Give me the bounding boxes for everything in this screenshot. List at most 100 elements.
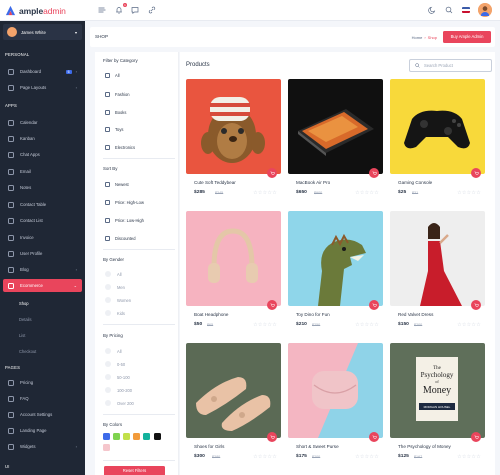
product-image-toy-dino[interactable] (288, 211, 383, 306)
color-swatch-pink[interactable] (103, 444, 110, 451)
product-image-book[interactable]: The Psychology of Money MORGAN HOUSEL (390, 343, 485, 438)
pricing-100-200-radio[interactable]: 100-200 (105, 387, 132, 393)
sort-price-high-low[interactable]: Price: High-Low (105, 200, 144, 205)
message-icon[interactable] (130, 5, 140, 15)
product-card-book[interactable]: The Psychology of Money MORGAN HOUSEL Th… (390, 343, 485, 465)
product-image-shoes[interactable] (186, 343, 281, 438)
breadcrumb-home[interactable]: Home (412, 35, 423, 40)
product-card-shoes[interactable]: Shoes for Girls $300 $380 ☆☆☆☆☆ (186, 343, 281, 465)
sidebar-item-ecommerce[interactable]: Ecommerce ⌄ (3, 279, 82, 292)
add-to-cart-button[interactable] (267, 168, 277, 178)
link-icon[interactable] (147, 5, 157, 15)
rating-stars[interactable]: ☆☆☆☆☆ (253, 190, 277, 196)
product-card-toy-dino[interactable]: Toy Dino for Fun $210 $250 ☆☆☆☆☆ (288, 211, 383, 333)
product-card-teddybear[interactable]: Cute Soft Teddybear $285 $345 ☆☆☆☆☆ (186, 79, 281, 201)
product-search-box[interactable] (409, 59, 492, 72)
buy-ample-admin-button[interactable]: Buy Ample Admin (443, 31, 491, 43)
pricing-over-200-radio[interactable]: Over 200 (105, 400, 134, 406)
sidebar-item-dashboard[interactable]: Dashboard 6 › (3, 65, 82, 78)
product-card-red-dress[interactable]: Red Valvet Dress $150 $200 ☆☆☆☆☆ (390, 211, 485, 333)
product-card-gaming-console[interactable]: Gaming Console $25 $31 ☆☆☆☆☆ (390, 79, 485, 201)
add-to-cart-button[interactable] (471, 168, 481, 178)
product-image-headphone[interactable] (186, 211, 281, 306)
sidebar-item-pricing[interactable]: Pricing (3, 376, 82, 389)
gender-all-radio[interactable]: All (105, 271, 122, 277)
color-swatch-orange[interactable] (133, 433, 140, 440)
filter-category-all[interactable]: All (105, 73, 120, 78)
sidebar-item-kanban[interactable]: Kanban (3, 132, 82, 145)
color-swatch-blue[interactable] (103, 433, 110, 440)
sidebar-item-calendar[interactable]: Calendar (3, 116, 82, 129)
sidebar-sub-list[interactable]: List (19, 333, 25, 338)
add-to-cart-button[interactable] (369, 300, 379, 310)
sidebar-item-page-layouts[interactable]: Page Layouts › (3, 81, 82, 94)
add-to-cart-button[interactable] (471, 432, 481, 442)
gender-kids-radio[interactable]: Kids (105, 310, 125, 316)
add-to-cart-button[interactable] (369, 432, 379, 442)
filter-category-electronics[interactable]: Electronics (105, 145, 135, 150)
pricing-50-100-radio[interactable]: 50-100 (105, 374, 130, 380)
color-swatch-black[interactable] (154, 433, 161, 440)
notification-bell-icon[interactable]: 1 (114, 3, 127, 15)
notification-count: 1 (123, 3, 127, 7)
sidebar-item-email[interactable]: Email (3, 165, 82, 178)
top-user-avatar[interactable] (478, 3, 492, 17)
sidebar-sub-checkout[interactable]: Checkout (19, 349, 36, 354)
rating-stars[interactable]: ☆☆☆☆☆ (253, 454, 277, 460)
pricing-all-radio[interactable]: All (105, 348, 122, 354)
sort-newest[interactable]: Newest (105, 182, 129, 187)
filter-category-fashion[interactable]: Fashion (105, 92, 130, 97)
add-to-cart-button[interactable] (471, 300, 481, 310)
sidebar-item-invoice[interactable]: Invoice (3, 231, 82, 244)
rating-stars[interactable]: ☆☆☆☆☆ (457, 454, 481, 460)
sidebar-item-chat-apps[interactable]: Chat Apps (3, 148, 82, 161)
add-to-cart-button[interactable] (267, 300, 277, 310)
sidebar-sub-details[interactable]: Details (19, 317, 32, 322)
sidebar-item-widgets[interactable]: Widgets › (3, 440, 82, 453)
menu-toggle-icon[interactable] (97, 5, 107, 15)
rating-stars[interactable]: ☆☆☆☆☆ (457, 190, 481, 196)
product-card-purse[interactable]: Short & Sweet Purse $175 $200 ☆☆☆☆☆ (288, 343, 383, 465)
brand[interactable]: ampleadmin (5, 5, 66, 16)
search-icon[interactable] (444, 5, 454, 15)
sidebar-item-notes[interactable]: Notes (3, 181, 82, 194)
gender-men-radio[interactable]: Men (105, 284, 125, 290)
product-card-headphone[interactable]: Boat Headphone $50 $65 ☆☆☆☆☆ (186, 211, 281, 333)
filter-category-toys[interactable]: Toys (105, 127, 123, 132)
product-image-macbook[interactable] (288, 79, 383, 174)
product-card-macbook[interactable]: MacBook Air Pro $650 $900 ☆☆☆☆☆ (288, 79, 383, 201)
sidebar-sub-shop[interactable]: Shop (19, 301, 29, 306)
pricing-0-50-radio[interactable]: 0-50 (105, 361, 125, 367)
rating-stars[interactable]: ☆☆☆☆☆ (355, 322, 379, 328)
kanban-icon (8, 135, 14, 142)
sidebar-item-user-profile[interactable]: User Profile (3, 247, 82, 260)
language-flag-icon[interactable] (462, 7, 470, 13)
gender-women-radio[interactable]: Women (105, 297, 131, 303)
add-to-cart-button[interactable] (267, 432, 277, 442)
product-image-red-dress[interactable] (390, 211, 485, 306)
rating-stars[interactable]: ☆☆☆☆☆ (457, 322, 481, 328)
sidebar-item-contact-table[interactable]: Contact Table (3, 198, 82, 211)
dark-mode-moon-icon[interactable] (427, 5, 437, 15)
color-swatch-green[interactable] (113, 433, 120, 440)
reset-filters-button[interactable]: Reset Filters (104, 466, 165, 475)
product-search-input[interactable] (424, 63, 484, 68)
sidebar-item-blog[interactable]: Blog › (3, 263, 82, 276)
rating-stars[interactable]: ☆☆☆☆☆ (253, 322, 277, 328)
sidebar-item-faq[interactable]: FAQ (3, 392, 82, 405)
sort-discounted[interactable]: Discounted (105, 236, 135, 241)
add-to-cart-button[interactable] (369, 168, 379, 178)
color-swatch-lime[interactable] (123, 433, 130, 440)
product-image-gaming-console[interactable] (390, 79, 485, 174)
rating-stars[interactable]: ☆☆☆☆☆ (355, 454, 379, 460)
sidebar-item-account-settings[interactable]: Account Settings (3, 408, 82, 421)
sidebar-user-card[interactable]: James White ▾ (3, 24, 82, 40)
filter-category-books[interactable]: Books (105, 110, 126, 115)
sort-price-low-high[interactable]: Price: Low-High (105, 218, 144, 223)
product-image-purse[interactable] (288, 343, 383, 438)
color-swatch-teal[interactable] (143, 433, 150, 440)
sidebar-item-contact-list[interactable]: Contact List (3, 214, 82, 227)
product-image-teddybear[interactable] (186, 79, 281, 174)
rating-stars[interactable]: ☆☆☆☆☆ (355, 190, 379, 196)
sidebar-item-landing-page[interactable]: Landing Page (3, 424, 82, 437)
